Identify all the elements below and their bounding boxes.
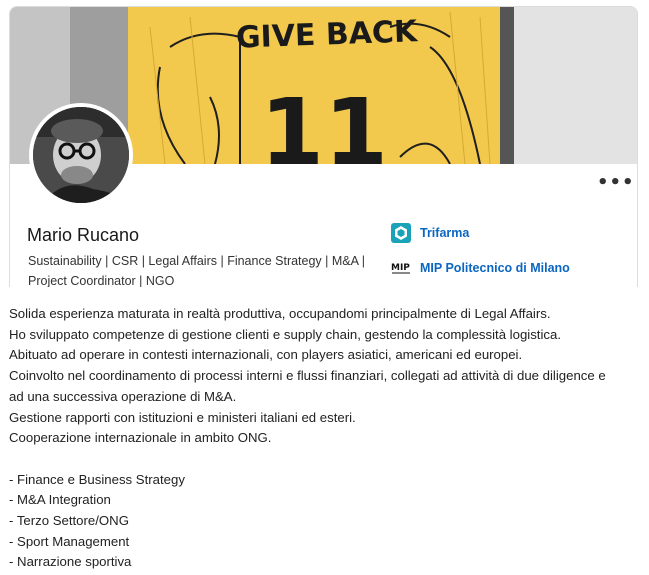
avatar-photo [33, 107, 129, 203]
mip-logo-icon: MIP [391, 258, 411, 278]
about-line: Cooperazione internazionale in ambito ON… [9, 430, 272, 446]
mip-logo-text: MIP [391, 263, 410, 273]
experience-trifarma-label: Trifarma [420, 226, 470, 240]
about-line: Abituato ad operare in contesti internaz… [9, 347, 523, 363]
about-line: - Sport Management [9, 533, 130, 549]
more-options-button[interactable]: ••• [597, 174, 634, 192]
trifarma-logo-icon [391, 223, 411, 243]
education-mip-label: MIP Politecnico di Milano [420, 261, 570, 275]
about-line: Coinvolto nel coordinamento di processi … [9, 368, 606, 384]
headline-line: Sustainability | CSR | Legal Affairs | F… [28, 254, 365, 268]
profile-headline: Sustainability | CSR | Legal Affairs | F… [28, 251, 373, 287]
about-line: ad una successiva operazione di M&A. [9, 388, 237, 404]
about-line: Ho sviluppato competenze di gestione cli… [9, 326, 561, 342]
experience-trifarma[interactable]: Trifarma [391, 222, 469, 244]
headline-line: Project Coordinator | NGO [28, 274, 175, 287]
banner-number: 11 [260, 79, 388, 164]
banner-text: GIVE BACK [235, 14, 419, 55]
about-line: - Finance e Business Strategy [9, 471, 185, 487]
about-line [9, 449, 641, 470]
profile-card: GIVE BACK 11 ••• Mario Rucano Sustainabi… [9, 6, 638, 287]
avatar[interactable] [29, 103, 133, 207]
about-line: - Terzo Settore/ONG [9, 513, 129, 529]
about-line: Solida esperienza maturata in realtà pro… [9, 306, 551, 321]
profile-name: Mario Rucano [27, 225, 140, 245]
about-line: - M&A Integration [9, 492, 111, 508]
about-section: Solida esperienza maturata in realtà pro… [9, 304, 641, 573]
about-line: - Narrazione sportiva [9, 554, 132, 570]
about-line: Gestione rapporti con istituzioni e mini… [9, 409, 356, 425]
education-mip[interactable]: MIP MIP Politecnico di Milano [391, 257, 570, 279]
